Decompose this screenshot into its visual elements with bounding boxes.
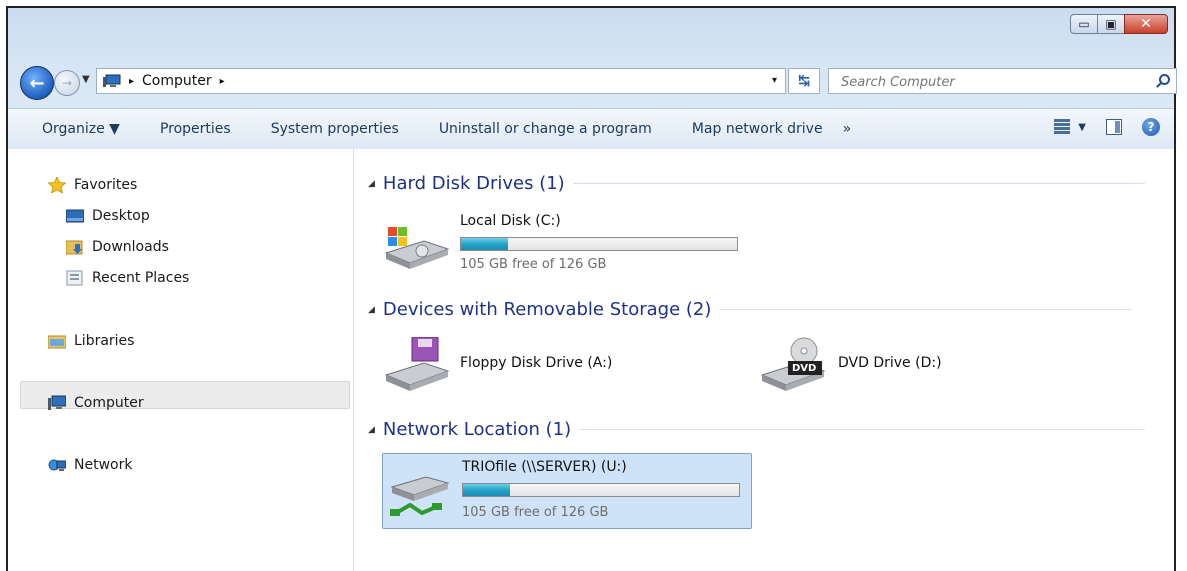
toolbar-icons: ▼ ? <box>1054 118 1160 136</box>
sidebar-item-favorites[interactable]: Favorites <box>47 176 138 194</box>
preview-pane-icon[interactable] <box>1106 119 1122 135</box>
sidebar-item-downloads[interactable]: Downloads <box>65 239 169 255</box>
map-network-drive-button[interactable]: Map network drive <box>672 121 843 137</box>
navigation-row: ← → ▼ ▸ Computer ▸ ▾ ↹ <box>16 64 1177 100</box>
sidebar-item-label: Libraries <box>74 333 135 349</box>
breadcrumb-separator[interactable]: ▸ <box>129 76 134 87</box>
sidebar-item-label: Network <box>74 457 133 473</box>
properties-button[interactable]: Properties <box>140 121 251 137</box>
forward-button[interactable]: → <box>54 70 80 96</box>
organize-button[interactable]: Organize ▼ <box>8 121 140 137</box>
address-dropdown[interactable]: ▾ <box>772 75 777 86</box>
chevron-down-icon: ▼ <box>1078 121 1086 133</box>
drive-name: Floppy Disk Drive (A:) <box>460 355 613 371</box>
drive-usage-bar <box>460 237 738 251</box>
drive-name: DVD Drive (D:) <box>838 355 942 371</box>
uninstall-program-button[interactable]: Uninstall or change a program <box>419 121 672 137</box>
collapse-triangle-icon: ◢ <box>368 178 375 189</box>
desktop-icon <box>65 208 85 224</box>
search-input[interactable] <box>839 72 1143 92</box>
group-header-removable[interactable]: ◢ Devices with Removable Storage (2) <box>368 299 1132 320</box>
network-icon <box>48 457 67 473</box>
maximize-icon: ▣ <box>1105 17 1117 31</box>
search-icon[interactable] <box>1159 74 1170 85</box>
close-button[interactable]: ✕ <box>1124 14 1168 34</box>
content-pane: ◢ Hard Disk Drives (1) Local Disk (C:) 1… <box>354 149 1174 571</box>
system-properties-button[interactable]: System properties <box>251 121 419 137</box>
title-bar: ▭ ▣ ✕ <box>8 8 1174 56</box>
dvd-badge: DVD <box>792 363 817 374</box>
downloads-folder-icon <box>65 239 84 255</box>
minimize-icon: ▭ <box>1078 17 1090 31</box>
breadcrumb: ▸ Computer ▸ <box>129 73 225 89</box>
sidebar-item-label: Recent Places <box>92 270 190 286</box>
group-title: Hard Disk Drives (1) <box>382 173 565 194</box>
view-options-icon <box>1054 119 1071 135</box>
sidebar-item-computer[interactable]: Computer <box>48 395 144 411</box>
drive-usage-fill <box>463 484 510 496</box>
command-bar: Organize ▼ Properties System properties … <box>8 108 1174 150</box>
address-bar[interactable]: ▸ Computer ▸ ▾ <box>96 68 786 94</box>
sidebar-item-label: Desktop <box>92 208 150 224</box>
sidebar-item-network[interactable]: Network <box>48 457 132 473</box>
group-title: Network Location (1) <box>382 419 572 440</box>
recent-pages-dropdown[interactable]: ▼ <box>82 74 90 85</box>
group-header-network[interactable]: ◢ Network Location (1) <box>368 419 1146 440</box>
drive-floppy[interactable]: Floppy Disk Drive (A:) <box>382 333 742 393</box>
drive-name: TRIOfile (\\SERVER) (U:) <box>462 459 627 475</box>
drive-usage-fill <box>461 238 508 250</box>
dvd-drive-icon: DVD <box>758 337 828 397</box>
minimize-button[interactable]: ▭ <box>1070 14 1098 34</box>
close-icon: ✕ <box>1140 16 1152 32</box>
back-button[interactable]: ← <box>20 66 54 100</box>
group-divider <box>719 309 1132 310</box>
group-divider <box>572 183 1145 184</box>
drive-usage-bar <box>462 483 740 497</box>
sidebar-item-label: Computer <box>74 395 144 411</box>
network-drive-icon <box>388 469 452 523</box>
group-divider <box>579 429 1146 430</box>
refresh-button[interactable]: ↹ <box>788 68 820 94</box>
breadcrumb-separator[interactable]: ▸ <box>220 76 225 87</box>
collapse-triangle-icon: ◢ <box>368 304 375 315</box>
sidebar-item-desktop[interactable]: Desktop <box>65 208 150 224</box>
more-commands-button[interactable]: » <box>843 121 872 137</box>
drive-dvd[interactable]: DVD DVD Drive (D:) <box>758 333 1058 393</box>
star-icon <box>47 176 67 194</box>
drive-name: Local Disk (C:) <box>460 213 561 229</box>
back-arrow-icon: ← <box>29 72 45 94</box>
navigation-pane: Favorites Desktop Downloads Recent Place… <box>8 149 354 571</box>
group-title: Devices with Removable Storage (2) <box>382 299 712 320</box>
floppy-drive-icon <box>382 336 452 397</box>
computer-icon <box>48 395 67 411</box>
hard-drive-icon <box>382 223 452 273</box>
drive-free-space: 105 GB free of 126 GB <box>462 505 609 520</box>
sidebar-item-label: Downloads <box>92 239 169 255</box>
refresh-icon: ↹ <box>798 73 810 89</box>
help-icon[interactable]: ? <box>1142 118 1160 136</box>
sidebar-item-recent-places[interactable]: Recent Places <box>66 270 189 286</box>
forward-arrow-icon: → <box>61 76 73 90</box>
libraries-folder-icon <box>47 333 67 349</box>
window-controls: ▭ ▣ ✕ <box>1070 14 1168 34</box>
drive-free-space: 105 GB free of 126 GB <box>460 257 607 272</box>
collapse-triangle-icon: ◢ <box>368 424 375 435</box>
change-view-button[interactable]: ▼ <box>1054 119 1086 135</box>
group-header-hard-disk[interactable]: ◢ Hard Disk Drives (1) <box>368 173 1145 194</box>
sidebar-item-libraries[interactable]: Libraries <box>47 333 135 349</box>
recent-places-icon <box>66 270 84 286</box>
breadcrumb-computer[interactable]: Computer <box>142 73 212 89</box>
drive-network[interactable]: TRIOfile (\\SERVER) (U:) 105 GB free of … <box>382 453 752 529</box>
computer-icon <box>103 74 121 88</box>
sidebar-item-label: Favorites <box>74 177 138 193</box>
search-box[interactable] <box>828 68 1177 94</box>
maximize-button[interactable]: ▣ <box>1097 14 1125 34</box>
explorer-window: ▭ ▣ ✕ ← → ▼ ▸ Computer ▸ ▾ ↹ Search Comp… <box>6 6 1177 571</box>
drive-local-disk[interactable]: Local Disk (C:) 105 GB free of 126 GB <box>382 205 762 277</box>
